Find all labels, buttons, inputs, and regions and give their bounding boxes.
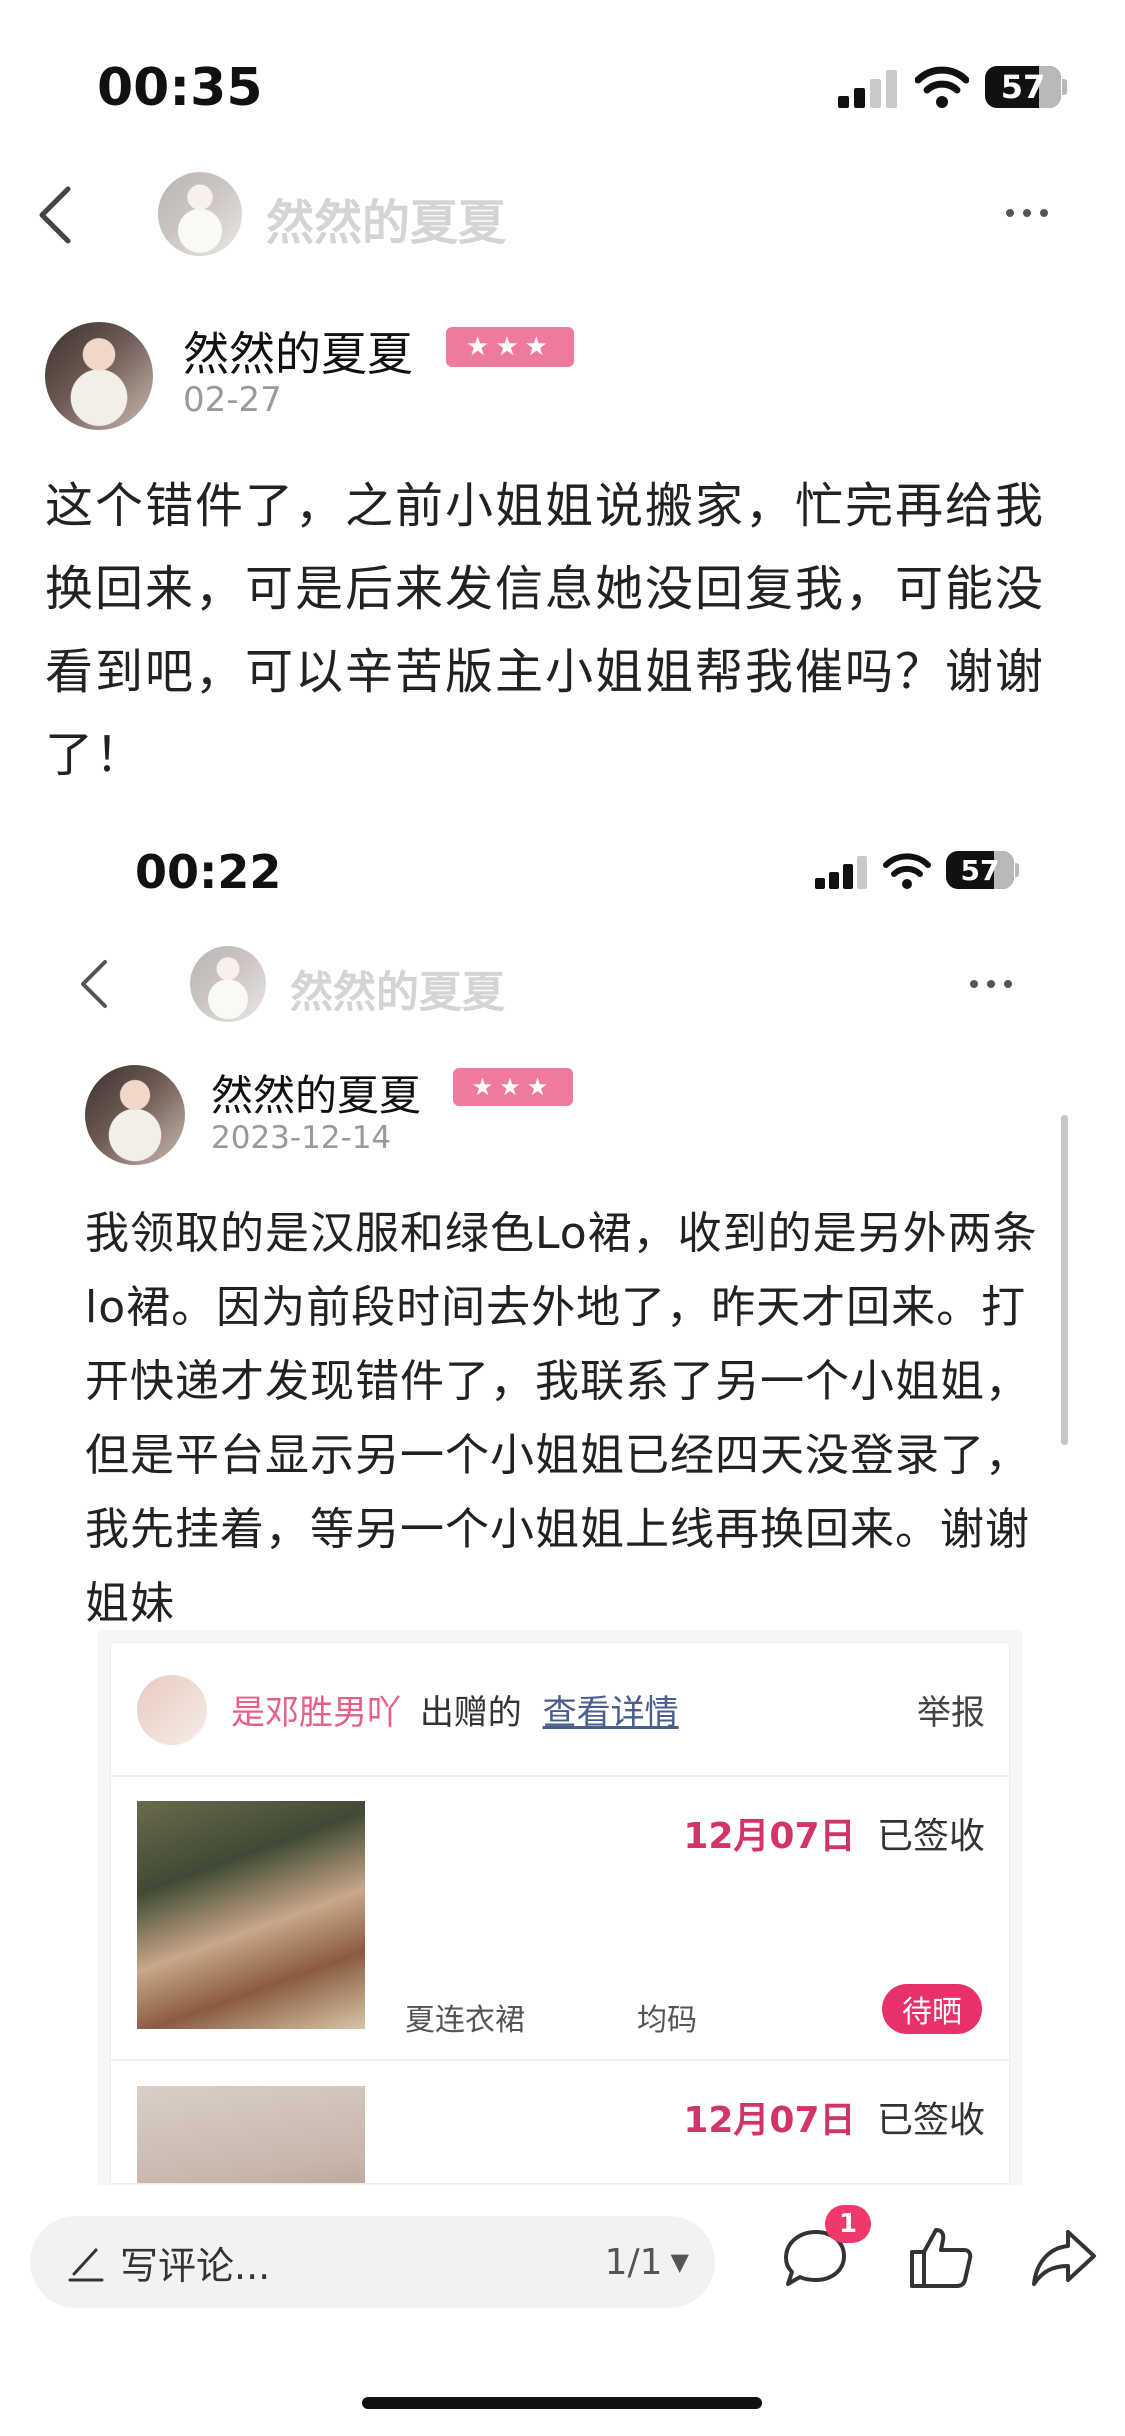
- screenshot-chevron-left-icon: [81, 960, 107, 1008]
- item-delivery-row: 12月07日 已签收: [683, 1807, 985, 1859]
- more-options-icon[interactable]: [1006, 209, 1048, 217]
- screenshot-header-avatar[interactable]: [190, 946, 266, 1022]
- screenshot-more-options-icon[interactable]: [970, 980, 1012, 988]
- comment-count-badge: 1: [825, 2205, 871, 2243]
- screenshot-battery-level: 57: [960, 853, 1000, 887]
- home-indicator[interactable]: [362, 2397, 762, 2409]
- post-date: 02-27: [183, 380, 282, 420]
- item-status: 已签收: [876, 2100, 985, 2141]
- item-status: 已签收: [876, 1816, 985, 1857]
- item-thumbnail[interactable]: [137, 1801, 365, 2029]
- comment-input[interactable]: 写评论... 1/1 ▼: [30, 2216, 715, 2308]
- item-date: 12月07日: [683, 1816, 856, 1857]
- item-date: 12月07日: [683, 2100, 856, 2141]
- giver-name[interactable]: 是邓胜男吖: [231, 1693, 401, 1733]
- chevron-left-icon: [39, 186, 71, 244]
- item-thumbnail[interactable]: [137, 2086, 365, 2183]
- status-time: 00:35: [97, 58, 263, 118]
- item-size: 均码: [637, 2003, 697, 2038]
- caret-down-icon[interactable]: ▼: [671, 2248, 689, 2276]
- screenshot-cellular-icon: [815, 855, 869, 889]
- header-avatar[interactable]: [158, 172, 242, 256]
- wifi-icon: [914, 66, 970, 108]
- battery-icon: 57: [985, 66, 1061, 108]
- screenshot-post-text: 我领取的是汉服和绿色Lo裙，收到的是另外两条lo裙。因为前段时间去外地了，昨天才…: [85, 1208, 1038, 1629]
- screenshot-author-name[interactable]: 然然的夏夏: [211, 1062, 421, 1123]
- pending-post-badge[interactable]: 待晒: [882, 1984, 982, 2034]
- share-button[interactable]: [1028, 2222, 1100, 2294]
- screenshot-status-time: 00:22: [135, 845, 282, 899]
- screenshot-battery-icon: 57: [946, 851, 1014, 889]
- order-card: 是邓胜男吖 出赠的 查看详情 举报 12月07日 已签收 夏连衣裙 均码 待晒 …: [110, 1642, 1010, 2184]
- share-arrow-icon: [1032, 2230, 1096, 2286]
- author-name[interactable]: 然然的夏夏: [183, 318, 413, 384]
- item-delivery-row: 12月07日 已签收: [683, 2091, 985, 2143]
- scroll-indicator[interactable]: [1061, 1115, 1068, 1445]
- thumbs-up-icon: [910, 2228, 973, 2288]
- screenshot-rating-badge: ★★★: [453, 1068, 573, 1106]
- giver-line: 是邓胜男吖 出赠的 查看详情: [231, 1685, 679, 1734]
- comment-placeholder: 写评论...: [120, 2243, 271, 2288]
- like-button[interactable]: [904, 2222, 976, 2294]
- view-details-link[interactable]: 查看详情: [543, 1693, 679, 1733]
- cellular-signal-icon: [838, 68, 898, 108]
- report-button[interactable]: 举报: [917, 1685, 985, 1734]
- item-name: 夏连衣裙: [405, 2003, 525, 2038]
- rating-badge: ★★★: [446, 327, 574, 367]
- back-button[interactable]: [36, 185, 76, 245]
- giver-avatar[interactable]: [137, 1675, 207, 1745]
- pencil-icon: [68, 2248, 104, 2282]
- screenshot-author-avatar[interactable]: [85, 1065, 185, 1165]
- author-avatar[interactable]: [45, 322, 153, 430]
- screenshot-post-date: 2023-12-14: [211, 1120, 392, 1156]
- screenshot-wifi-icon: [883, 853, 931, 889]
- screenshot-header-title: 然然的夏夏: [290, 968, 505, 1018]
- post-text: 这个错件了，之前小姐姐说搬家，忙完再给我换回来，可是后来发信息她没回复我，可能没…: [45, 478, 1046, 783]
- given-label: 出赠的: [419, 1693, 522, 1733]
- header-title: 然然的夏夏: [266, 195, 507, 251]
- page-indicator[interactable]: 1/1: [605, 2242, 663, 2283]
- battery-level: 57: [1000, 68, 1046, 106]
- screenshot-back-button[interactable]: [77, 958, 111, 1010]
